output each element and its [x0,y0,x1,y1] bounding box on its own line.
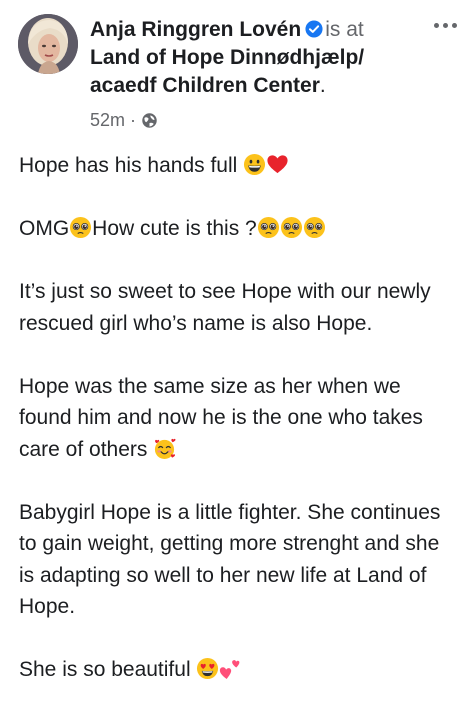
two-hearts-icon [220,660,240,680]
more-options-icon[interactable] [427,14,463,36]
paragraph-5: Babygirl Hope is a little fighter. She c… [19,500,441,619]
verified-badge-icon [305,20,323,38]
paragraph-2: OMG How cute is this ? [19,213,459,245]
author-name[interactable]: Anja Ringgren Lovén [90,18,301,41]
paragraph-2-text-a: OMG [19,217,70,240]
paragraph-3: It’s just so sweet to see Hope with our … [19,280,431,335]
smiling-face-with-hearts-icon [155,438,176,459]
paragraph-6-text: She is so beautiful [19,658,197,681]
pleading-face-icon [303,216,325,239]
avatar[interactable] [18,14,78,74]
paragraph-2-text-b: How cute is this ? [92,217,257,240]
grinning-face-icon [244,153,266,176]
paragraph-6: She is so beautiful [19,654,459,686]
pleading-face-icon [280,216,302,239]
avatar-image [18,14,78,74]
post-text: Hope has his hands full OMG How cute is … [19,150,459,717]
post-timestamp[interactable]: 52m [90,110,125,131]
pleading-face-icon [257,216,279,239]
more-dot [442,22,448,28]
author-line: Anja Ringgren Lovén is at Land of Hope D… [90,16,420,100]
globe-icon[interactable] [141,112,158,129]
paragraph-4-text: Hope was the same size as her when we fo… [19,374,423,461]
meta-separator: · [130,110,137,130]
heart-eyes-face-icon [197,657,219,680]
pleading-face-icon [70,216,92,239]
post-header: Anja Ringgren Lovén is at Land of Hope D… [0,0,475,140]
location-period: . [319,74,326,97]
post-meta: 52m · [90,110,158,131]
red-heart-icon [267,155,288,174]
is-at-text: is at [325,18,364,41]
paragraph-1-text: Hope has his hands full [19,154,244,177]
more-dot [433,22,439,28]
more-dot [451,22,457,28]
paragraph-1: Hope has his hands full [19,150,459,182]
paragraph-4: Hope was the same size as her when we fo… [19,371,459,466]
